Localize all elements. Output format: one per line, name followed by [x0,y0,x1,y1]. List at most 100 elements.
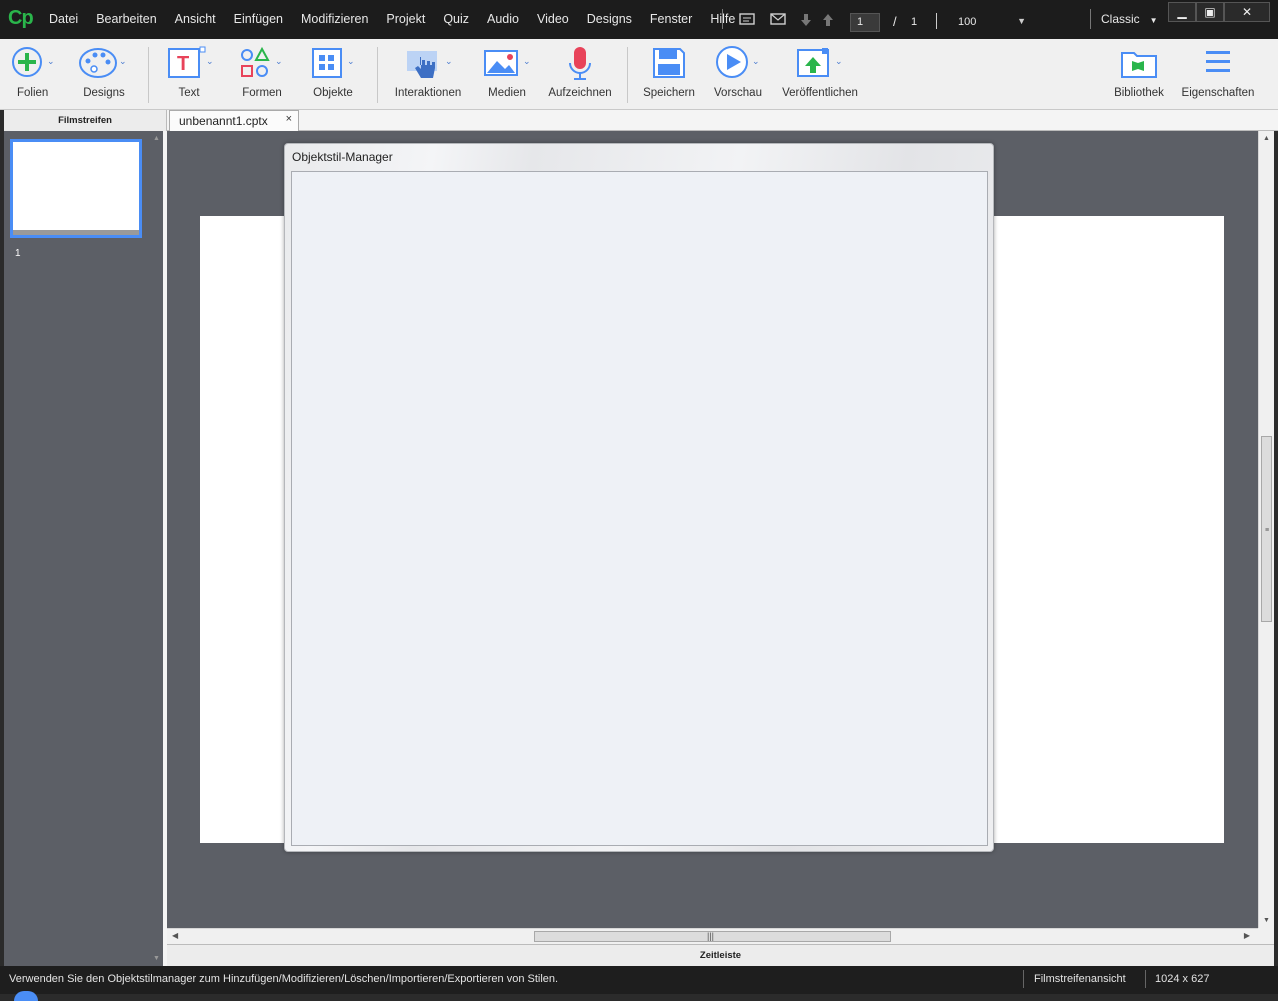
speichern-button[interactable]: Speichern [640,39,698,109]
menu-modifizieren[interactable]: Modifizieren [292,12,377,26]
properties-icon [1180,45,1256,81]
text-button[interactable]: T ⌄ Text [163,39,215,109]
menu-einfuegen[interactable]: Einfügen [225,12,292,26]
scroll-right-icon[interactable]: ▶ [1244,931,1250,940]
dialog-title: Objektstil-Manager [292,150,393,164]
horizontal-scroll-thumb[interactable]: ||| [534,931,891,942]
vertical-scroll-thumb[interactable]: ≡ [1261,436,1272,622]
svg-text:T: T [177,53,189,75]
veroeffentlichen-label: Veröffentlichen [782,87,858,99]
menu-bearbeiten[interactable]: Bearbeiten [87,12,165,26]
library-icon [1108,45,1170,81]
publish-icon [778,45,862,81]
scroll-down-icon[interactable]: ▼ [1263,917,1270,924]
grip-icon: ≡ [1265,527,1270,534]
divider [722,9,723,29]
filmstrip-panel[interactable] [4,131,163,966]
menu-bar: Datei Bearbeiten Ansicht Einfügen Modifi… [40,12,744,26]
ribbon-toolbar: ⌄ Folien ⌄ Designs T ⌄ Text ⌄ Formen ⌄ O… [0,39,1278,110]
workspace-value: Classic [1101,12,1140,26]
scroll-up-icon[interactable]: ▲ [1263,135,1270,142]
chevron-down-icon: ⌄ [206,56,214,66]
status-divider [1023,970,1024,988]
mail-icon[interactable] [770,13,786,28]
objekte-label: Objekte [313,87,353,99]
eigenschaften-button[interactable]: Eigenschaften [1180,39,1256,109]
menu-video[interactable]: Video [528,12,578,26]
vorschau-button[interactable]: ⌄ Vorschau [708,39,768,109]
menu-audio[interactable]: Audio [478,12,528,26]
menu-designs[interactable]: Designs [578,12,641,26]
filmstrip-scrollbar[interactable]: ▲ ▼ [152,131,163,966]
slide-divider: / [893,14,897,29]
hand-pointer-icon [389,45,467,81]
document-tab-label: unbenannt1.cptx [179,114,268,128]
scroll-down-icon[interactable]: ▼ [153,955,160,962]
menu-ansicht[interactable]: Ansicht [166,12,225,26]
bibliothek-button[interactable]: Bibliothek [1108,39,1170,109]
comments-icon[interactable] [739,13,755,30]
scroll-left-icon[interactable]: ◀ [172,931,178,940]
grip-icon: ||| [707,931,715,941]
document-tab-bar [167,110,1278,131]
folien-button[interactable]: ⌄ Folien [5,39,61,109]
slide-number-input[interactable]: 1 [850,13,880,32]
menu-projekt[interactable]: Projekt [377,12,434,26]
objekte-button[interactable]: ⌄ Objekte [305,39,361,109]
menu-quiz[interactable]: Quiz [434,12,478,26]
caret-down-icon: ▼ [1149,16,1158,25]
dialog-content-area [291,171,988,846]
chevron-down-icon: ⌄ [347,56,355,66]
workspace-select[interactable]: Classic ▼ [1101,12,1158,26]
zoom-value: 100 [958,16,977,28]
maximize-button[interactable]: ▣ [1196,2,1224,22]
menu-datei[interactable]: Datei [40,12,87,26]
text-label: Text [178,87,200,99]
medien-button[interactable]: ⌄ Medien [478,39,536,109]
timeline-header[interactable]: Zeitleiste [167,944,1274,966]
save-icon [640,45,698,81]
close-tab-icon[interactable]: × [286,113,292,125]
veroeffentlichen-button[interactable]: ⌄ Veröffentlichen [778,39,862,109]
arrow-down-icon[interactable] [800,13,812,30]
notification-bubble-icon[interactable] [14,991,38,1001]
status-bar: Verwenden Sie den Objektstilmanager zum … [0,966,1278,1001]
vorschau-label: Vorschau [714,87,762,99]
status-view-mode: Filmstreifenansicht [1034,973,1126,985]
vertical-scrollbar[interactable]: ▲ ≡ ▼ [1258,131,1274,928]
zoom-select[interactable]: 100 ▼ [950,12,1030,32]
horizontal-scrollbar[interactable]: ◀ ||| ▶ [167,928,1258,944]
aufzeichnen-button[interactable]: Aufzeichnen [546,39,614,109]
designs-button[interactable]: ⌄ Designs [74,39,134,109]
status-dimensions: 1024 x 627 [1155,973,1210,985]
folien-label: Folien [17,87,49,99]
arrow-up-icon[interactable] [822,13,834,30]
document-tab[interactable]: unbenannt1.cptx × [169,110,299,132]
formen-label: Formen [242,87,282,99]
speichern-label: Speichern [643,87,695,99]
status-divider [1145,970,1146,988]
slide-thumbnail[interactable] [10,139,142,238]
bibliothek-label: Bibliothek [1114,87,1164,99]
ribbon-divider [148,47,149,103]
status-message: Verwenden Sie den Objektstilmanager zum … [9,973,559,985]
chevron-down-icon: ⌄ [445,56,453,66]
title-bar: Cp Datei Bearbeiten Ansicht Einfügen Mod… [0,0,1278,39]
interaktionen-button[interactable]: ⌄ Interaktionen [389,39,467,109]
close-button[interactable]: ✕ [1224,2,1270,22]
thumbnail-footer [13,230,139,235]
formen-button[interactable]: ⌄ Formen [236,39,288,109]
microphone-icon [546,45,614,81]
scroll-up-icon[interactable]: ▲ [153,135,160,142]
chevron-down-icon: ⌄ [523,56,531,66]
filmstrip-header: Filmstreifen [4,110,167,131]
medien-label: Medien [488,87,526,99]
minimize-button[interactable]: ▁ [1168,2,1196,22]
menu-fenster[interactable]: Fenster [641,12,701,26]
ribbon-divider [377,47,378,103]
chevron-down-icon: ⌄ [835,56,843,66]
divider [936,13,937,29]
divider [1090,9,1091,29]
chevron-down-icon: ⌄ [275,56,283,66]
ribbon-divider [627,47,628,103]
